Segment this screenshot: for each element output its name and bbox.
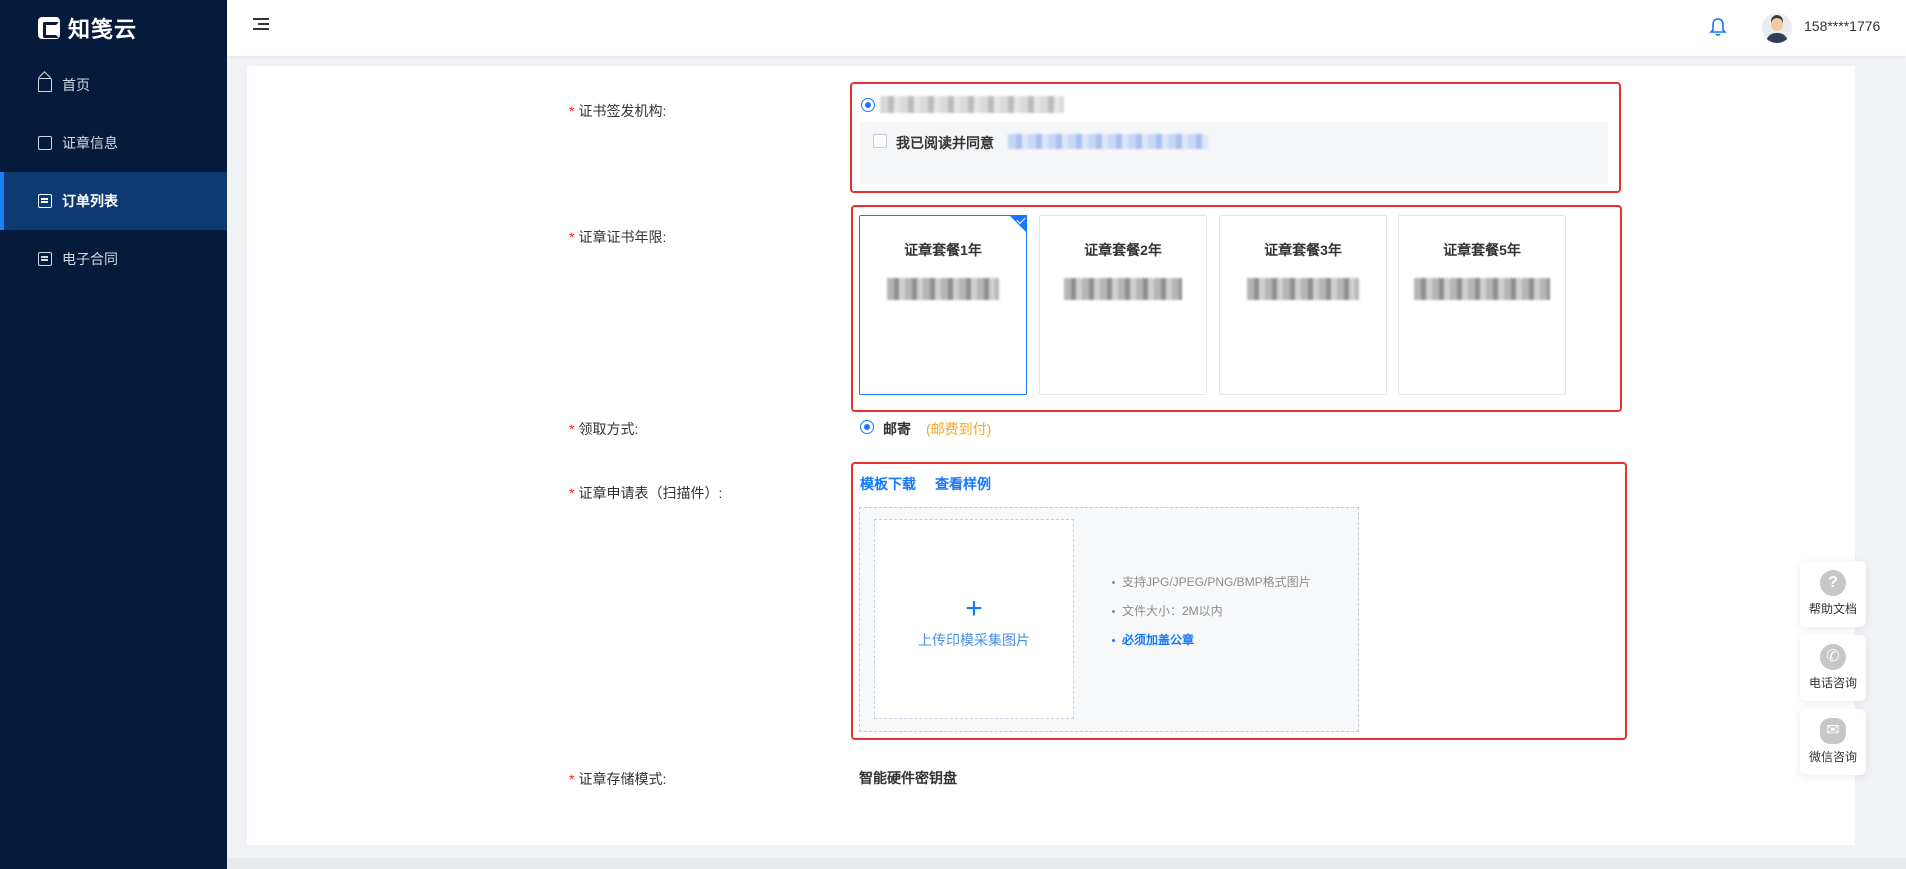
logo-text: 知笺云 [68, 17, 138, 42]
sidebar-item-label: 电子合同 [62, 251, 118, 267]
sidebar-item-contracts[interactable]: 电子合同 [0, 230, 227, 288]
sidebar-item-orders[interactable]: 订单列表 [0, 172, 227, 230]
plan-price-redacted [887, 278, 999, 300]
required-mark: * [569, 229, 575, 245]
plan-card-2y[interactable]: 证章套餐2年 [1039, 215, 1207, 395]
sidebar-item-label: 订单列表 [62, 193, 118, 209]
required-mark: * [569, 771, 575, 787]
phone-icon: ✆ [1820, 644, 1846, 670]
agreement-panel [860, 122, 1608, 184]
plan-title: 证章套餐3年 [1264, 242, 1342, 258]
agree-checkbox[interactable] [873, 134, 887, 148]
storage-value: 智能硬件密钥盘 [859, 770, 957, 786]
agreement-link-redacted[interactable] [1008, 134, 1208, 149]
wechat-icon: ✉ [1820, 718, 1846, 744]
float-label: 帮助文档 [1808, 602, 1857, 616]
float-label: 电话咨询 [1808, 676, 1857, 690]
logo[interactable]: 知笺云 [0, 0, 227, 56]
plan-title: 证章套餐2年 [1084, 242, 1162, 258]
wechat-consult-button[interactable]: ✉ 微信咨询 [1800, 709, 1866, 775]
storage-label: * 证章存储模式: [569, 771, 667, 787]
delivery-note: (邮费到付) [926, 421, 992, 437]
plan-card-1y[interactable]: 证章套餐1年 [859, 215, 1027, 395]
issuer-label: * 证书签发机构: [569, 103, 667, 119]
plan-title: 证章套餐5年 [1443, 242, 1521, 258]
upload-text: 上传印模采集图片 [918, 632, 1030, 648]
plan-price-redacted [1414, 278, 1550, 300]
agree-text: 我已阅读并同意 [896, 135, 994, 151]
required-mark: * [569, 485, 575, 501]
user-phone[interactable]: 158****1776 [1804, 18, 1880, 34]
required-mark: * [569, 103, 575, 119]
delivery-option: 邮寄 [883, 421, 911, 437]
sidebar-item-label: 证章信息 [62, 135, 118, 151]
plan-price-redacted [1247, 278, 1359, 300]
plan-price-redacted [1064, 278, 1182, 300]
help-docs-button[interactable]: ? 帮助文档 [1800, 561, 1866, 627]
delivery-label: * 领取方式: [569, 421, 639, 437]
check-icon [1009, 215, 1027, 233]
calendar-icon [38, 136, 52, 150]
plan-title: 证章套餐1年 [904, 242, 982, 258]
sidebar-item-label: 首页 [62, 77, 90, 93]
avatar[interactable] [1762, 13, 1792, 43]
issuer-name-redacted [880, 96, 1064, 113]
delivery-radio-mail[interactable] [860, 420, 874, 434]
top-header: 158****1776 [227, 0, 1906, 56]
upload-tips: 支持JPG/JPEG/PNG/BMP格式图片 文件大小：2M以内 必须加盖公章 [1112, 574, 1312, 661]
required-mark: * [569, 421, 575, 437]
bottom-scrollbar[interactable] [227, 858, 1906, 869]
issuer-radio[interactable] [861, 98, 875, 112]
plan-card-3y[interactable]: 证章套餐3年 [1219, 215, 1387, 395]
list-icon [38, 194, 52, 208]
template-download-link[interactable]: 模板下载 [860, 474, 916, 494]
plan-card-5y[interactable]: 证章套餐5年 [1398, 215, 1566, 395]
logo-icon [38, 17, 60, 39]
sidebar-item-home[interactable]: 首页 [0, 56, 227, 114]
contract-icon [38, 252, 52, 266]
float-label: 微信咨询 [1808, 750, 1857, 764]
sidebar-item-seal-info[interactable]: 证章信息 [0, 114, 227, 172]
term-label: * 证章证书年限: [569, 229, 667, 245]
tip-seal: 必须加盖公章 [1112, 632, 1312, 649]
tip-size: 文件大小：2M以内 [1112, 603, 1312, 620]
view-sample-link[interactable]: 查看样例 [935, 474, 991, 494]
tip-format: 支持JPG/JPEG/PNG/BMP格式图片 [1112, 574, 1312, 591]
phone-consult-button[interactable]: ✆ 电话咨询 [1800, 635, 1866, 701]
sidebar: 知笺云 首页 证章信息 订单列表 电子合同 [0, 0, 227, 869]
upload-button[interactable]: + 上传印模采集图片 [874, 519, 1074, 719]
upload-area: + 上传印模采集图片 支持JPG/JPEG/PNG/BMP格式图片 文件大小：2… [859, 507, 1359, 732]
bell-icon[interactable] [1709, 17, 1727, 37]
menu-toggle-icon[interactable] [253, 18, 269, 32]
plus-icon: + [965, 592, 983, 625]
question-icon: ? [1820, 570, 1846, 596]
home-icon [38, 78, 52, 92]
application-label: * 证章申请表（扫描件）: [569, 485, 723, 501]
